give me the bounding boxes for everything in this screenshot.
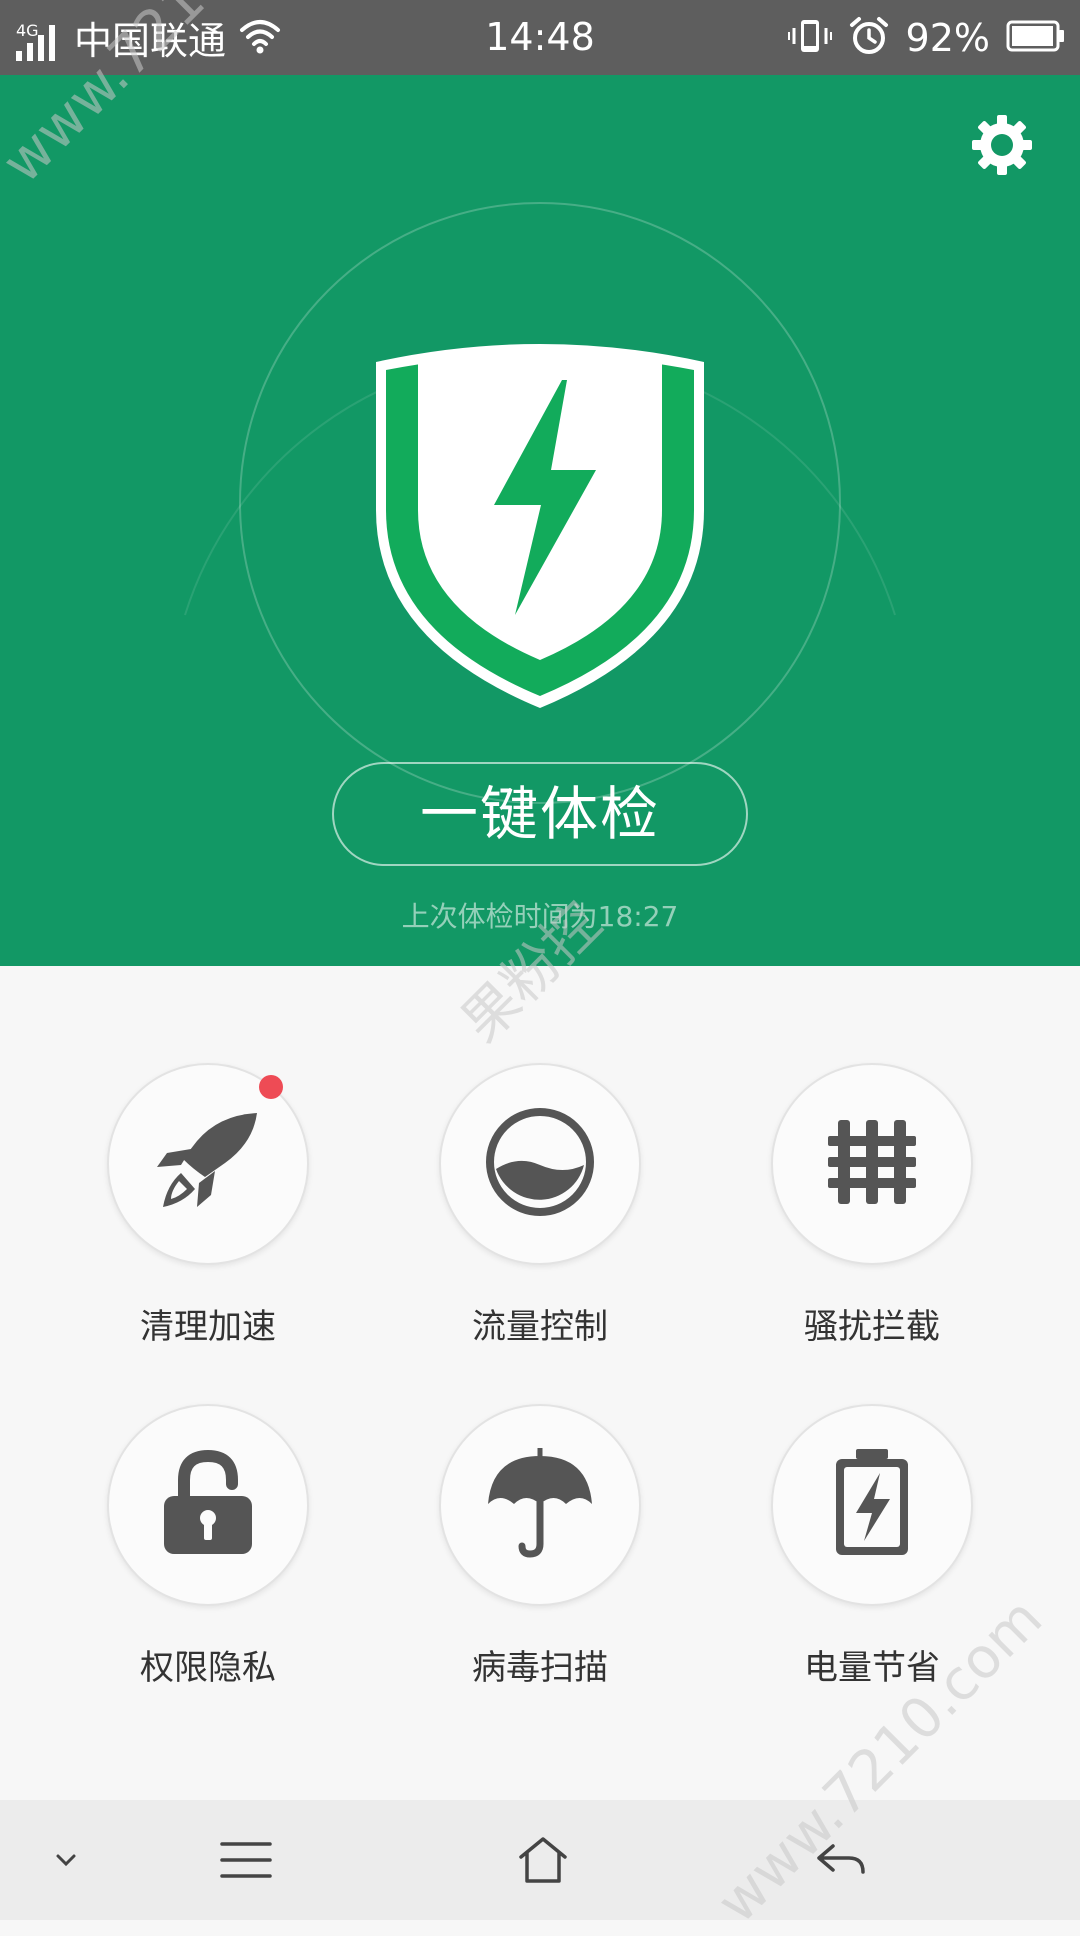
feature-label: 电量节省 (804, 1648, 940, 1688)
status-bar: 4G 中国联通 14:48 92% (0, 0, 1080, 75)
notification-badge (259, 1075, 283, 1099)
navigation-bar (0, 1800, 1080, 1920)
chevron-down-icon[interactable] (36, 1830, 96, 1890)
hero-panel: 一键体检 上次体检时间为18:27 (0, 75, 1080, 966)
feature-label: 清理加速 (140, 1307, 276, 1347)
feature-circle[interactable] (439, 1063, 641, 1265)
signal-icon: 4G (14, 13, 62, 63)
menu-icon[interactable] (216, 1830, 276, 1890)
wifi-icon (238, 16, 282, 60)
feature-data-control[interactable]: 流量控制 (410, 1063, 670, 1348)
data-gauge-icon (483, 1105, 597, 1223)
feature-circle[interactable] (771, 1404, 973, 1606)
vibrate-icon (787, 16, 832, 60)
carrier-name: 中国联通 (74, 19, 227, 63)
feature-label: 病毒扫描 (472, 1648, 608, 1688)
feature-battery-saving[interactable]: 电量节省 (742, 1404, 1002, 1689)
umbrella-icon (484, 1445, 596, 1562)
feature-label: 权限隐私 (140, 1648, 276, 1688)
battery-status-icon (1006, 19, 1066, 57)
gear-icon[interactable] (970, 113, 1034, 177)
feature-circle[interactable] (107, 1063, 309, 1265)
alarm-icon (848, 15, 890, 61)
feature-circle[interactable] (439, 1404, 641, 1606)
status-left: 4G 中国联通 (14, 0, 282, 75)
feature-privacy-permissions[interactable]: 权限隐私 (78, 1404, 338, 1689)
lock-icon (158, 1448, 258, 1562)
battery-icon (830, 1447, 914, 1563)
home-icon[interactable] (513, 1830, 573, 1890)
battery-percent: 92% (905, 15, 990, 60)
feature-block-harassment[interactable]: 骚扰拦截 (742, 1063, 1002, 1348)
last-check-time: 上次体检时间为18:27 (401, 900, 679, 933)
fence-icon (824, 1114, 920, 1214)
back-icon[interactable] (811, 1830, 871, 1890)
rocket-icon (153, 1107, 263, 1221)
feature-circle[interactable] (771, 1063, 973, 1265)
shield-logo (376, 344, 704, 708)
feature-label: 流量控制 (472, 1307, 608, 1347)
feature-clean-speedup[interactable]: 清理加速 (78, 1063, 338, 1348)
feature-label: 骚扰拦截 (804, 1307, 940, 1347)
one-click-scan-button[interactable]: 一键体检 (332, 762, 748, 866)
feature-circle[interactable] (107, 1404, 309, 1606)
status-right: 92% (787, 0, 1066, 75)
feature-virus-scan[interactable]: 病毒扫描 (410, 1404, 670, 1689)
